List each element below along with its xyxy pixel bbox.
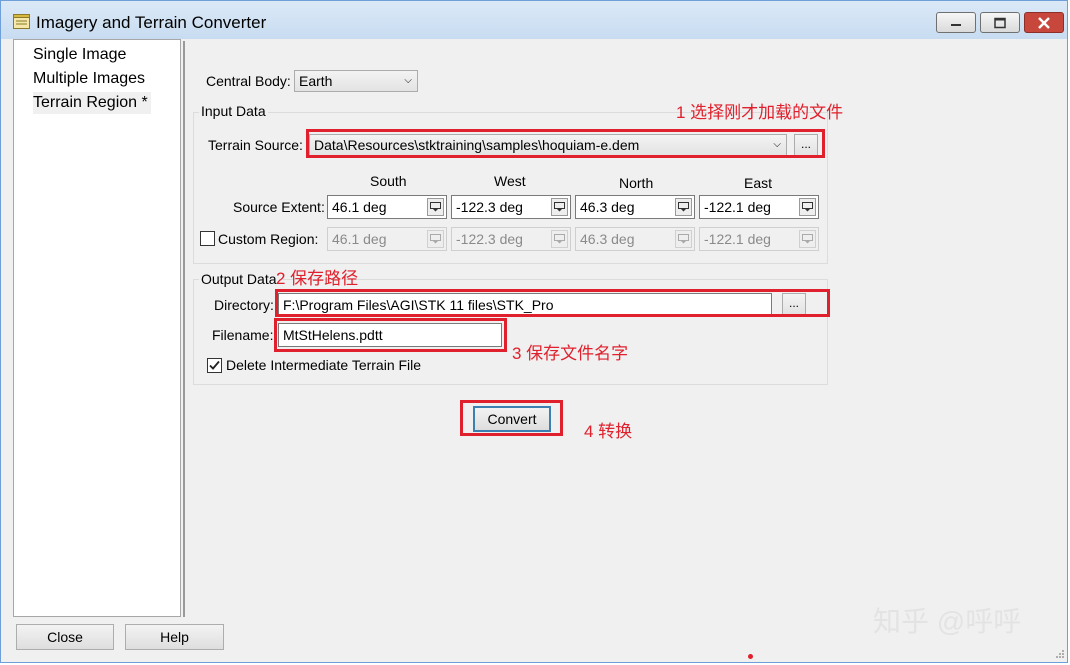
column-east: East: [744, 175, 773, 191]
highlight-convert: [460, 400, 563, 436]
output-data-title: Output Data: [199, 271, 279, 287]
highlight-filename: [274, 318, 507, 352]
minimize-icon: [951, 23, 961, 26]
unit-picker-icon: [551, 230, 568, 248]
field-value: -122.3 deg: [456, 199, 523, 215]
directory-label: Directory:: [214, 297, 274, 313]
unit-picker-icon: [675, 230, 692, 248]
field-value: -122.1 deg: [704, 199, 771, 215]
field-value: 46.1 deg: [332, 231, 387, 247]
source-extent-label: Source Extent:: [233, 199, 325, 215]
sidebar-item-terrain-region[interactable]: Terrain Region *: [33, 92, 151, 114]
highlight-terrain-source: [306, 129, 825, 158]
converter-window: Imagery and Terrain Converter Single Ima…: [0, 0, 1068, 663]
annotation-step-3: 3 保存文件名字: [512, 344, 629, 363]
field-value: 46.3 deg: [580, 231, 635, 247]
delete-intermediate-label: Delete Intermediate Terrain File: [226, 357, 422, 373]
custom-region-checkbox[interactable]: [200, 231, 215, 246]
column-south: South: [370, 173, 407, 189]
unit-picker-icon[interactable]: [675, 198, 692, 216]
source-extent-south-field[interactable]: 46.1 deg: [327, 195, 447, 219]
field-value: 46.1 deg: [332, 199, 387, 215]
sidebar-item-multiple-images[interactable]: Multiple Images: [33, 68, 145, 90]
central-body-label: Central Body:: [206, 73, 291, 89]
help-button[interactable]: Help: [125, 624, 224, 650]
minimize-button[interactable]: [936, 12, 976, 33]
custom-region-south-field[interactable]: 46.1 deg: [327, 227, 447, 251]
red-dot-marker: [748, 654, 753, 659]
custom-region-west-field[interactable]: -122.3 deg: [451, 227, 571, 251]
source-extent-west-field[interactable]: -122.3 deg: [451, 195, 571, 219]
custom-region-east-field[interactable]: -122.1 deg: [699, 227, 819, 251]
window-title: Imagery and Terrain Converter: [36, 13, 267, 32]
input-data-title: Input Data: [199, 103, 268, 119]
maximize-button[interactable]: [980, 12, 1020, 33]
source-extent-north-field[interactable]: 46.3 deg: [575, 195, 695, 219]
annotation-step-2: 2 保存路径: [276, 269, 359, 288]
close-window-button[interactable]: [1024, 12, 1064, 33]
custom-region-north-field[interactable]: 46.3 deg: [575, 227, 695, 251]
title-bar: Imagery and Terrain Converter: [1, 1, 1067, 39]
field-value: 46.3 deg: [580, 199, 635, 215]
sidebar: Single Image Multiple Images Terrain Reg…: [13, 39, 181, 617]
sidebar-item-single-image[interactable]: Single Image: [33, 44, 126, 66]
app-icon: [13, 14, 30, 29]
central-body-value: Earth: [299, 73, 333, 89]
unit-picker-icon: [799, 230, 816, 248]
field-value: -122.1 deg: [704, 231, 771, 247]
close-icon: [1038, 16, 1050, 29]
annotation-step-4: 4 转换: [584, 422, 633, 441]
annotation-step-1: 1 选择刚才加载的文件: [676, 103, 844, 122]
checkmark-icon: [209, 360, 220, 370]
column-north: North: [619, 175, 654, 191]
highlight-directory: [275, 289, 830, 317]
field-value: -122.3 deg: [456, 231, 523, 247]
terrain-source-label: Terrain Source:: [208, 137, 303, 153]
panel-divider[interactable]: [183, 41, 185, 617]
central-body-select[interactable]: Earth ⌵: [294, 70, 418, 92]
unit-picker-icon[interactable]: [551, 198, 568, 216]
unit-picker-icon[interactable]: [427, 198, 444, 216]
close-button[interactable]: Close: [16, 624, 114, 650]
resize-grip-icon[interactable]: [1053, 647, 1065, 659]
chevron-down-icon: ⌵: [404, 75, 412, 86]
unit-picker-icon[interactable]: [799, 198, 816, 216]
column-west: West: [494, 173, 526, 189]
watermark: 知乎 @呼呼: [873, 606, 1022, 637]
custom-region-label: Custom Region:: [218, 231, 319, 247]
delete-intermediate-checkbox[interactable]: [207, 358, 222, 373]
maximize-icon: [994, 17, 1006, 28]
filename-label: Filename:: [212, 327, 274, 343]
unit-picker-icon: [427, 230, 444, 248]
source-extent-east-field[interactable]: -122.1 deg: [699, 195, 819, 219]
